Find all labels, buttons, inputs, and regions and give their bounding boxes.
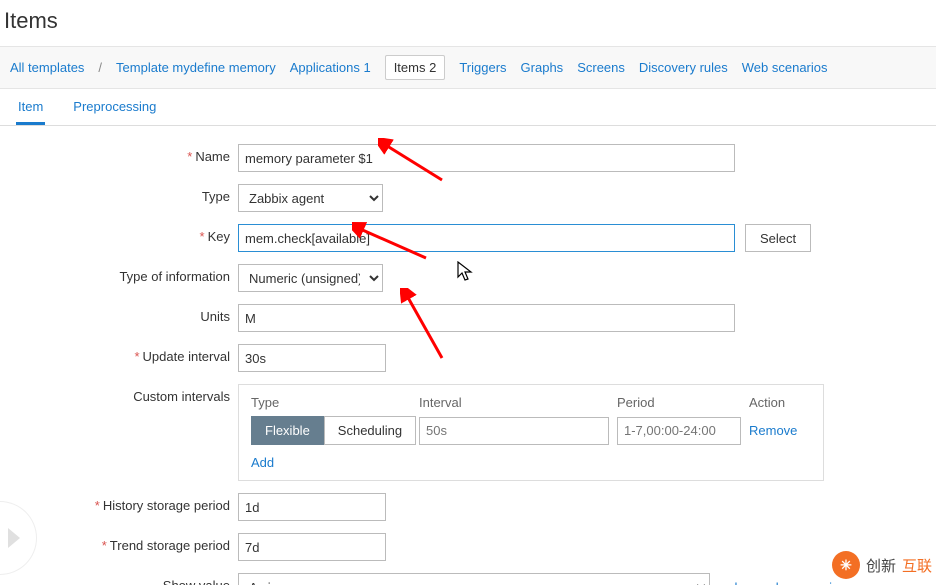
add-interval-link[interactable]: Add (251, 455, 274, 470)
trend-input[interactable] (238, 533, 386, 561)
name-input[interactable] (238, 144, 735, 172)
show-value-select[interactable]: As is (238, 573, 710, 585)
nav-all-templates[interactable]: All templates (10, 60, 84, 75)
watermark: ✳ 创新互联 (832, 551, 932, 579)
tabs: Item Preprocessing (0, 89, 936, 126)
page-title: Items (0, 0, 936, 46)
tab-preprocessing[interactable]: Preprocessing (71, 99, 158, 125)
custom-interval-row: Flexible Scheduling Remove (251, 416, 811, 445)
label-update-interval: Update interval (143, 349, 230, 364)
label-show-value: Show value (163, 578, 230, 585)
custom-intervals-box: Type Interval Period Action Flexible Sch… (238, 384, 824, 481)
custom-col-interval: Interval (419, 395, 617, 410)
remove-interval-link[interactable]: Remove (749, 423, 797, 438)
label-type-info: Type of information (119, 269, 230, 284)
scheduling-toggle[interactable]: Scheduling (324, 416, 416, 445)
custom-interval-input[interactable] (419, 417, 609, 445)
item-form: *Name Type Zabbix agent *Key Select Type… (0, 126, 936, 585)
type-info-select[interactable]: Numeric (unsigned) (238, 264, 383, 292)
label-key: Key (208, 229, 230, 244)
custom-col-period: Period (617, 395, 749, 410)
history-input[interactable] (238, 493, 386, 521)
label-name: Name (195, 149, 230, 164)
show-value-mappings-link[interactable]: show value mappings (728, 580, 853, 585)
nav-items[interactable]: Items 2 (385, 55, 446, 80)
nav-discovery[interactable]: Discovery rules (639, 60, 728, 75)
custom-col-type: Type (251, 395, 419, 410)
nav-applications[interactable]: Applications 1 (290, 60, 371, 75)
breadcrumb-sep: / (98, 60, 102, 75)
units-input[interactable] (238, 304, 735, 332)
custom-col-action: Action (749, 395, 811, 410)
nav-template-name[interactable]: Template mydefine memory (116, 60, 276, 75)
label-units: Units (200, 309, 230, 324)
breadcrumb-navbar: All templates / Template mydefine memory… (0, 46, 936, 89)
nav-triggers[interactable]: Triggers (459, 60, 506, 75)
custom-period-input[interactable] (617, 417, 741, 445)
nav-web[interactable]: Web scenarios (742, 60, 828, 75)
select-key-button[interactable]: Select (745, 224, 811, 252)
nav-screens[interactable]: Screens (577, 60, 625, 75)
tab-item[interactable]: Item (16, 99, 45, 125)
watermark-icon: ✳ (832, 551, 860, 579)
update-interval-input[interactable] (238, 344, 386, 372)
label-custom-intervals: Custom intervals (133, 389, 230, 404)
key-input[interactable] (238, 224, 735, 252)
label-type: Type (202, 189, 230, 204)
label-trend: Trend storage period (110, 538, 230, 553)
label-history: History storage period (103, 498, 230, 513)
nav-graphs[interactable]: Graphs (521, 60, 564, 75)
flexible-toggle[interactable]: Flexible (251, 416, 324, 445)
type-select[interactable]: Zabbix agent (238, 184, 383, 212)
